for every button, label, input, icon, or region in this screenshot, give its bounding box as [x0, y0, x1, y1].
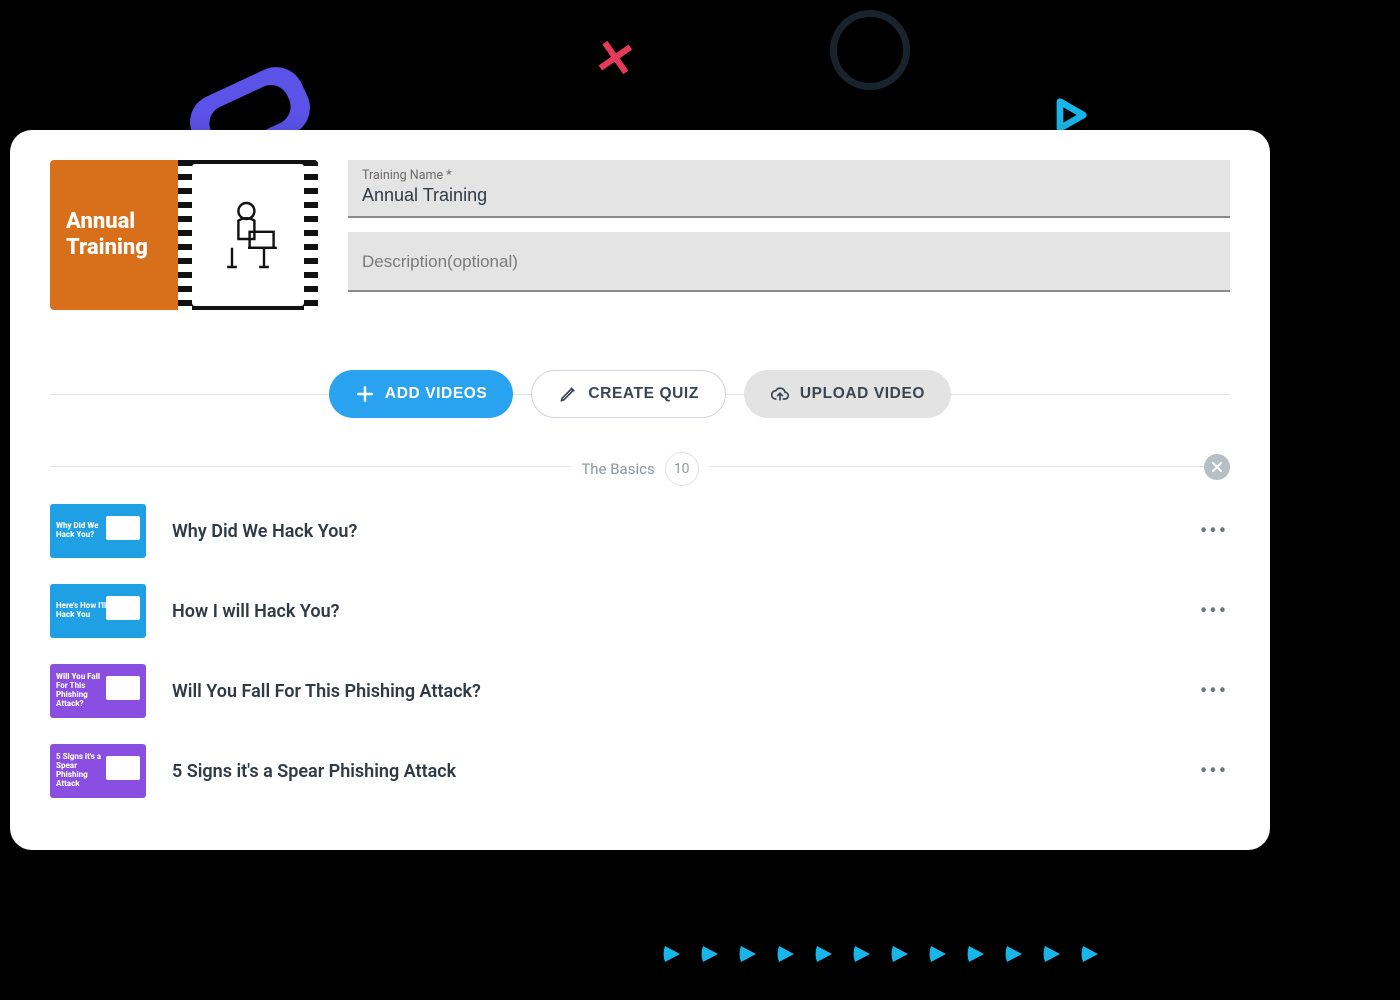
person-laptop-icon	[208, 195, 288, 275]
video-thumb-text: Here's How I'll Hack You	[56, 602, 108, 620]
actions-bar: ADD VIDEOS CREATE QUIZ UPLOAD VIDEO	[50, 370, 1230, 418]
close-icon	[1210, 460, 1224, 474]
plus-icon	[355, 384, 375, 404]
training-fields: Training Name *	[348, 160, 1230, 292]
video-more-button[interactable]: •••	[1198, 599, 1230, 624]
video-title: Why Did We Hack You?	[172, 521, 1172, 542]
decoration-dot-row	[660, 942, 1102, 970]
header-row: Annual Training Training Name *	[50, 160, 1230, 310]
video-thumbnail[interactable]: Will You Fall For This Phishing Attack?	[50, 664, 146, 718]
video-title: How I will Hack You?	[172, 601, 1172, 622]
video-thumb-text: 5 Signs it's a Spear Phishing Attack	[56, 753, 108, 788]
create-quiz-button[interactable]: CREATE QUIZ	[531, 370, 726, 418]
thumbnail-inset-icon	[106, 676, 140, 700]
add-videos-label: ADD VIDEOS	[385, 385, 487, 403]
training-name-input[interactable]	[362, 183, 1216, 206]
video-thumb-text: Will You Fall For This Phishing Attack?	[56, 673, 108, 708]
video-thumbnail[interactable]: Why Did We Hack You?	[50, 504, 146, 558]
video-title: 5 Signs it's a Spear Phishing Attack	[172, 761, 1172, 782]
hero-title: Annual Training	[50, 209, 170, 262]
training-description-field[interactable]	[348, 232, 1230, 292]
section-count-badge: 10	[665, 452, 699, 486]
create-quiz-label: CREATE QUIZ	[588, 385, 699, 403]
upload-video-button[interactable]: UPLOAD VIDEO	[744, 370, 951, 418]
filmstrip-icon	[178, 160, 318, 310]
video-row[interactable]: Here's How I'll Hack You How I will Hack …	[50, 584, 1230, 638]
section-header: The Basics 10	[50, 452, 1230, 486]
training-hero-thumbnail[interactable]: Annual Training	[50, 160, 318, 310]
video-list: Why Did We Hack You? Why Did We Hack You?…	[50, 504, 1230, 798]
add-videos-button[interactable]: ADD VIDEOS	[329, 370, 513, 418]
thumbnail-inset-icon	[106, 756, 140, 780]
video-thumbnail[interactable]: 5 Signs it's a Spear Phishing Attack	[50, 744, 146, 798]
video-thumb-text: Why Did We Hack You?	[56, 522, 108, 540]
decoration-x-icon: ✕	[590, 27, 640, 90]
video-more-button[interactable]: •••	[1198, 679, 1230, 704]
video-row[interactable]: Why Did We Hack You? Why Did We Hack You?…	[50, 504, 1230, 558]
video-title: Will You Fall For This Phishing Attack?	[172, 681, 1172, 702]
training-name-label: Training Name *	[362, 168, 1216, 183]
training-name-field[interactable]: Training Name *	[348, 160, 1230, 218]
thumbnail-inset-icon	[106, 516, 140, 540]
decoration-circle-icon	[830, 10, 910, 90]
video-thumbnail[interactable]: Here's How I'll Hack You	[50, 584, 146, 638]
training-description-input[interactable]	[362, 250, 1216, 272]
section-title: The Basics	[581, 460, 654, 478]
video-more-button[interactable]: •••	[1198, 759, 1230, 784]
video-more-button[interactable]: •••	[1198, 519, 1230, 544]
upload-video-label: UPLOAD VIDEO	[800, 385, 925, 403]
training-editor-card: Annual Training Training Name *	[10, 130, 1270, 850]
thumbnail-inset-icon	[106, 596, 140, 620]
video-row[interactable]: 5 Signs it's a Spear Phishing Attack 5 Si…	[50, 744, 1230, 798]
video-row[interactable]: Will You Fall For This Phishing Attack? W…	[50, 664, 1230, 718]
cloud-upload-icon	[770, 384, 790, 404]
section-close-button[interactable]	[1204, 454, 1230, 480]
pencil-icon	[558, 384, 578, 404]
